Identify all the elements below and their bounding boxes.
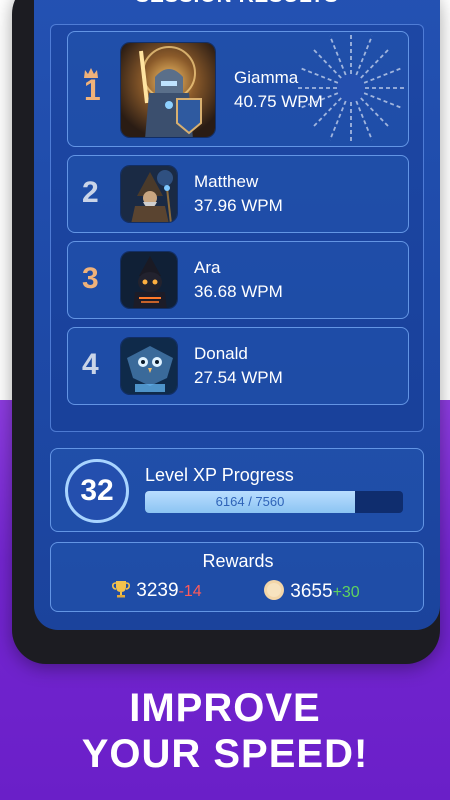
coin-delta: +30 (332, 584, 360, 601)
coin-count: 3655 (290, 581, 333, 602)
result-row-2[interactable]: 2 Matthew 37.96 WPM (67, 155, 409, 233)
trophy-delta: -14 (178, 583, 202, 600)
rank-number: 4 (82, 348, 99, 381)
player-name: Donald (194, 344, 248, 363)
phone-frame: SESSION RESULTS 1 (12, 0, 440, 664)
rank-number: 1 (84, 74, 101, 107)
result-row-3[interactable]: 3 Ara 36.68 WPM (67, 241, 409, 319)
wizard-avatar (120, 165, 178, 223)
page-title: SESSION RESULTS (34, 0, 440, 8)
game-screen: SESSION RESULTS 1 (34, 0, 440, 630)
player-name: Matthew (194, 172, 259, 191)
trophy-count: 3239 (136, 580, 179, 601)
rank-number: 3 (82, 262, 99, 295)
player-name: Giamma (234, 68, 299, 87)
player-wpm: 27.54 WPM (194, 368, 283, 387)
rewards-title: Rewards (202, 551, 274, 571)
cat-mage-avatar (120, 251, 178, 309)
xp-progress-panel: 32 Level XP Progress 6164 / 7560 (50, 448, 424, 532)
player-name: Ara (194, 258, 221, 277)
player-wpm: 36.68 WPM (194, 282, 283, 301)
rank-number: 2 (82, 176, 99, 209)
headline-line-2: YOUR SPEED! (81, 732, 369, 776)
headline-line-1: IMPROVE (129, 686, 321, 730)
player-wpm: 37.96 WPM (194, 196, 283, 215)
coin-reward: 3655+30 (263, 579, 360, 603)
paladin-knight-avatar (120, 42, 216, 138)
xp-progress-bar: 6164 / 7560 (145, 491, 403, 513)
level-badge: 32 (65, 459, 129, 523)
owl-avatar (120, 337, 178, 395)
xp-progress-text: 6164 / 7560 (215, 494, 285, 509)
results-panel: 1 Giamma 40.75 WPM 2 Matthew 37.96 WPM 3… (50, 24, 424, 432)
xp-progress-label: Level XP Progress (145, 465, 294, 485)
result-row-4[interactable]: 4 Donald 27.54 WPM (67, 327, 409, 405)
trophy-reward: 3239-14 (111, 579, 202, 602)
fireworks-decoration (298, 32, 404, 144)
rewards-panel: Rewards 3239-14 3655+30 (50, 542, 424, 612)
trophy-icon (112, 581, 130, 598)
coin-icon (264, 580, 284, 600)
result-row-1[interactable]: 1 Giamma 40.75 WPM (67, 31, 409, 147)
